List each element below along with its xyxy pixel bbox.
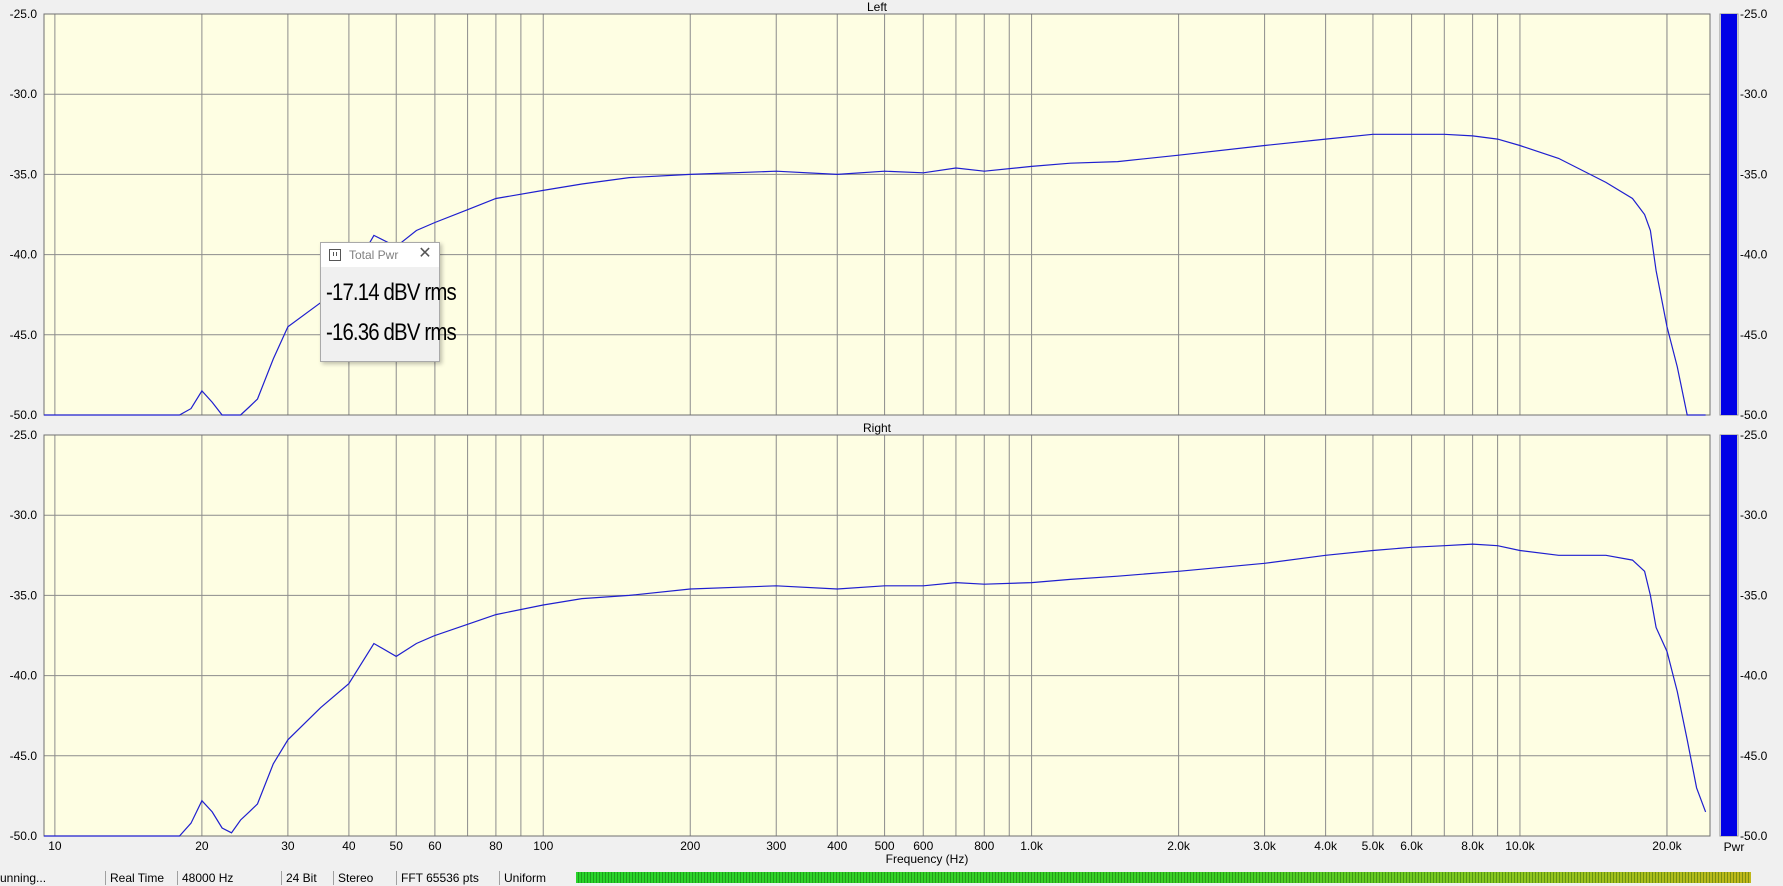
left-y-tick-label: -50.0 <box>10 408 38 422</box>
x-tick-label: 300 <box>766 839 786 853</box>
x-tick-label: 10 <box>48 839 62 853</box>
x-tick-label: 600 <box>913 839 933 853</box>
total-power-popup[interactable]: Total Pwr ✕ -17.14 dBV rms -16.36 dBV rm… <box>320 242 457 362</box>
pin-icon <box>329 249 341 261</box>
right-meter-tick-label: -25.0 <box>1740 428 1768 442</box>
right-y-tick-label: -50.0 <box>10 829 38 843</box>
x-tick-label: 80 <box>489 839 503 853</box>
x-tick-label: 6.0k <box>1400 839 1424 853</box>
right-meter-tick-label: -40.0 <box>1740 669 1768 683</box>
x-tick-label: 3.0k <box>1253 839 1277 853</box>
x-tick-label: 200 <box>680 839 700 853</box>
status-mode: Real Time <box>105 871 178 885</box>
x-tick-label: 10.0k <box>1505 839 1535 853</box>
x-tick-label: 100 <box>533 839 553 853</box>
right-y-tick-label: -25.0 <box>10 428 38 442</box>
x-tick-label: 20.0k <box>1652 839 1682 853</box>
status-bit-depth: 24 Bit <box>281 871 336 885</box>
left-meter-tick-label: -40.0 <box>1740 248 1768 262</box>
right-y-tick-label: -45.0 <box>10 749 38 763</box>
x-tick-label: 400 <box>827 839 847 853</box>
x-tick-label: 500 <box>875 839 895 853</box>
level-meter-segments <box>576 872 1751 883</box>
left-y-tick-label: -25.0 <box>10 7 38 21</box>
right-plot-area <box>44 435 1710 836</box>
left-meter-fill <box>1721 14 1737 415</box>
right-meter-tick-label: -45.0 <box>1740 749 1768 763</box>
total-power-right-value: -16.36 dBV rms <box>326 319 457 346</box>
right-y-tick-label: -30.0 <box>10 508 38 522</box>
right-meter-tick-label: -30.0 <box>1740 508 1768 522</box>
left-panel-title: Left <box>867 0 888 14</box>
close-icon[interactable]: ✕ <box>417 246 433 262</box>
x-tick-label: 60 <box>428 839 442 853</box>
meter-label: Pwr <box>1724 840 1745 854</box>
right-y-tick-label: -35.0 <box>10 588 38 602</box>
right-panel-title: Right <box>863 421 892 435</box>
x-axis-label: Frequency (Hz) <box>886 852 969 866</box>
x-tick-label: 30 <box>281 839 295 853</box>
right-y-tick-label: -40.0 <box>10 669 38 683</box>
left-plot-area <box>44 14 1710 415</box>
left-meter-tick-label: -30.0 <box>1740 87 1768 101</box>
left-y-tick-label: -35.0 <box>10 167 38 181</box>
x-tick-label: 20 <box>195 839 209 853</box>
left-y-tick-label: -45.0 <box>10 328 38 342</box>
x-tick-label: 40 <box>342 839 356 853</box>
left-meter-tick-label: -50.0 <box>1740 408 1768 422</box>
left-y-tick-label: -40.0 <box>10 248 38 262</box>
x-tick-label: 5.0k <box>1362 839 1386 853</box>
x-tick-label: 50 <box>390 839 404 853</box>
left-meter-tick-label: -35.0 <box>1740 167 1768 181</box>
right-meter-fill <box>1721 435 1737 836</box>
status-channels: Stereo <box>333 871 398 885</box>
status-sample-rate: 48000 Hz <box>177 871 272 885</box>
left-meter-tick-label: -25.0 <box>1740 7 1768 21</box>
spectrum-plots: Left -25.0 -25.0 -30.0 -30.0 -35.0 -35.0 -40.0 -… <box>10 0 1768 866</box>
total-power-left-value: -17.14 dBV rms <box>326 279 457 306</box>
left-meter-tick-label: -45.0 <box>1740 328 1768 342</box>
status-state: unning... <box>0 871 47 885</box>
left-y-tick-label: -30.0 <box>10 87 38 101</box>
status-window: Uniform <box>499 871 574 885</box>
x-tick-label: 800 <box>974 839 994 853</box>
x-tick-label: 1.0k <box>1020 839 1044 853</box>
popup-title: Total Pwr <box>349 248 399 262</box>
popup-titlebar[interactable]: Total Pwr ✕ <box>321 243 439 267</box>
x-tick-label: 2.0k <box>1167 839 1191 853</box>
x-tick-label: 4.0k <box>1314 839 1338 853</box>
status-bar: unning... Real Time 48000 Hz 24 Bit Ster… <box>0 870 1783 886</box>
x-tick-label: 8.0k <box>1461 839 1485 853</box>
status-fft: FFT 65536 pts <box>396 871 501 885</box>
right-meter-tick-label: -35.0 <box>1740 588 1768 602</box>
